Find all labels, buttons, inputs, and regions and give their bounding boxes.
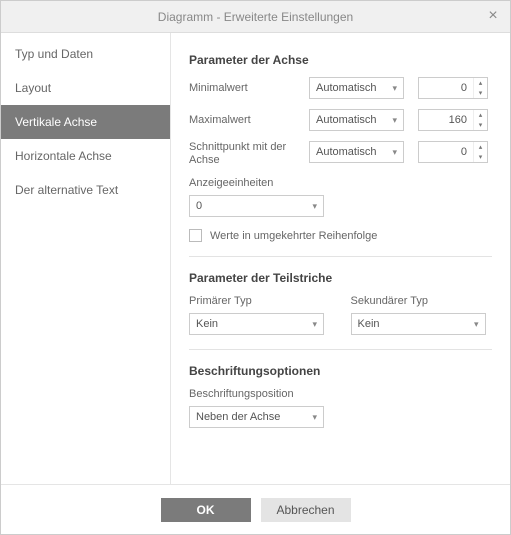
divider xyxy=(189,349,492,350)
max-value-input[interactable]: 160 ▴▾ xyxy=(418,109,488,131)
chevron-down-icon: ▾ xyxy=(312,201,317,212)
cancel-button[interactable]: Abbrechen xyxy=(261,498,351,522)
secondary-type-label: Sekundärer Typ xyxy=(351,295,493,307)
sidebar-item-type-data[interactable]: Typ und Daten xyxy=(1,37,170,71)
sidebar-item-vertical-axis[interactable]: Vertikale Achse xyxy=(1,105,170,139)
close-icon[interactable]: × xyxy=(484,7,502,25)
spinner[interactable]: ▴▾ xyxy=(473,142,487,162)
chevron-down-icon: ▾ xyxy=(474,319,479,330)
min-label: Minimalwert xyxy=(189,82,309,94)
max-mode-select[interactable]: Automatisch ▾ xyxy=(309,109,404,131)
dialog: Diagramm - Erweiterte Einstellungen × Ty… xyxy=(0,0,511,535)
spin-down-icon: ▾ xyxy=(474,88,487,98)
primary-type-select[interactable]: Kein ▾ xyxy=(189,313,324,335)
ticks-section-title: Parameter der Teilstriche xyxy=(189,271,492,285)
dialog-body: Typ und Daten Layout Vertikale Achse Hor… xyxy=(1,33,510,484)
spin-down-icon: ▾ xyxy=(474,120,487,130)
spin-up-icon: ▴ xyxy=(474,142,487,152)
primary-type-label: Primärer Typ xyxy=(189,295,331,307)
max-label: Maximalwert xyxy=(189,114,309,126)
footer: OK Abbrechen xyxy=(1,484,510,534)
spin-up-icon: ▴ xyxy=(474,78,487,88)
sidebar-item-alt-text[interactable]: Der alternative Text xyxy=(1,173,170,207)
min-mode-select[interactable]: Automatisch ▾ xyxy=(309,77,404,99)
units-block: Anzeigeeinheiten 0 ▾ xyxy=(189,177,492,217)
dialog-title: Diagramm - Erweiterte Einstellungen xyxy=(158,10,353,24)
chevron-down-icon: ▾ xyxy=(312,412,317,423)
reverse-checkbox[interactable] xyxy=(189,229,202,242)
ok-button[interactable]: OK xyxy=(161,498,251,522)
chevron-down-icon: ▾ xyxy=(392,115,397,126)
label-pos-label: Beschriftungsposition xyxy=(189,388,492,400)
spinner[interactable]: ▴▾ xyxy=(473,78,487,98)
divider xyxy=(189,256,492,257)
units-label: Anzeigeeinheiten xyxy=(189,177,492,189)
ticks-row: Primärer Typ Kein ▾ Sekundärer Typ Kein … xyxy=(189,295,492,335)
sidebar-item-horizontal-axis[interactable]: Horizontale Achse xyxy=(1,139,170,173)
row-min: Minimalwert Automatisch ▾ 0 ▴▾ xyxy=(189,77,492,99)
cross-label: Schnittpunkt mit der Achse xyxy=(189,141,309,167)
content: Parameter der Achse Minimalwert Automati… xyxy=(171,33,510,484)
spin-up-icon: ▴ xyxy=(474,110,487,120)
secondary-type-select[interactable]: Kein ▾ xyxy=(351,313,486,335)
row-max: Maximalwert Automatisch ▾ 160 ▴▾ xyxy=(189,109,492,131)
chevron-down-icon: ▾ xyxy=(392,83,397,94)
units-select[interactable]: 0 ▾ xyxy=(189,195,324,217)
cross-mode-select[interactable]: Automatisch ▾ xyxy=(309,141,404,163)
reverse-checkbox-row: Werte in umgekehrter Reihenfolge xyxy=(189,229,492,242)
labels-section-title: Beschriftungsoptionen xyxy=(189,364,492,378)
cross-value-input[interactable]: 0 ▴▾ xyxy=(418,141,488,163)
titlebar: Diagramm - Erweiterte Einstellungen × xyxy=(1,1,510,33)
label-pos-select[interactable]: Neben der Achse ▾ xyxy=(189,406,324,428)
reverse-label: Werte in umgekehrter Reihenfolge xyxy=(210,230,377,242)
sidebar-item-layout[interactable]: Layout xyxy=(1,71,170,105)
axis-section-title: Parameter der Achse xyxy=(189,53,492,67)
chevron-down-icon: ▾ xyxy=(392,147,397,158)
chevron-down-icon: ▾ xyxy=(312,319,317,330)
spin-down-icon: ▾ xyxy=(474,152,487,162)
min-value-input[interactable]: 0 ▴▾ xyxy=(418,77,488,99)
spinner[interactable]: ▴▾ xyxy=(473,110,487,130)
row-cross: Schnittpunkt mit der Achse Automatisch ▾… xyxy=(189,141,492,167)
sidebar: Typ und Daten Layout Vertikale Achse Hor… xyxy=(1,33,171,484)
